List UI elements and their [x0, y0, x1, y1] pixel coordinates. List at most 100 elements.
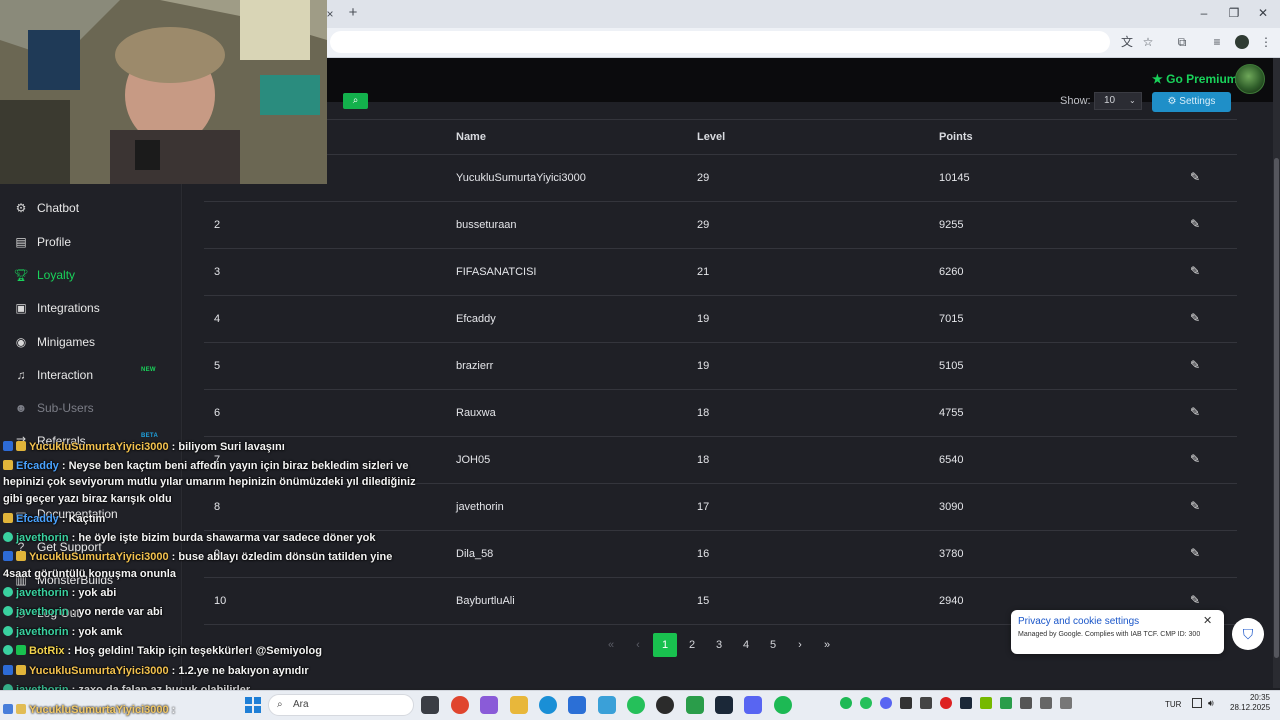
edit-pencil-icon[interactable]: ✎ — [1188, 499, 1202, 513]
prev-page-button[interactable]: ‹ — [626, 633, 650, 657]
level-cell: 21 — [697, 266, 710, 278]
bookmark-star-icon[interactable]: ☆ — [1140, 35, 1156, 49]
user-avatar[interactable] — [1235, 64, 1265, 94]
minimize-window-icon[interactable]: – — [1195, 6, 1213, 20]
edit-pencil-icon[interactable]: ✎ — [1188, 217, 1202, 231]
points-cell: 6260 — [939, 266, 964, 278]
scrollbar-thumb[interactable] — [1274, 158, 1279, 658]
browser-profile-icon[interactable] — [1235, 35, 1249, 49]
users-icon: ☻ — [14, 401, 28, 415]
media-control-icon[interactable]: ≡ — [1209, 35, 1225, 49]
new-badge: NEW — [141, 367, 156, 373]
chat-username: YucukluSumurtaYiyici3000 — [29, 441, 169, 453]
points-cell: 2940 — [939, 595, 964, 607]
points-cell: 10145 — [939, 172, 970, 184]
translate-icon[interactable]: 文 — [1119, 35, 1135, 49]
edit-pencil-icon[interactable]: ✎ — [1188, 170, 1202, 184]
edit-pencil-icon[interactable]: ✎ — [1188, 593, 1202, 607]
sidebar-item-loyalty[interactable]: 🏆︎ Loyalty — [13, 265, 75, 285]
whatsapp-app-icon[interactable] — [627, 696, 645, 714]
close-window-icon[interactable]: ✕ — [1254, 6, 1272, 20]
page-button-5[interactable]: 5 — [761, 633, 785, 657]
tray-spotify-icon[interactable] — [840, 697, 852, 709]
gamepad-icon: ◉ — [15, 335, 27, 349]
page-button-4[interactable]: 4 — [734, 633, 758, 657]
app-icon[interactable] — [598, 696, 616, 714]
edge-app-icon[interactable] — [539, 696, 557, 714]
table-top-divider — [204, 119, 1237, 120]
go-premium-link[interactable]: ★ Go Premium — [1152, 72, 1237, 86]
sidebar-item-sub-users[interactable]: ☻ Sub-Users — [14, 398, 94, 418]
first-page-button[interactable]: « — [599, 633, 623, 657]
cookie-consent-popup[interactable]: Privacy and cookie settings Managed by G… — [1011, 610, 1224, 654]
new-tab-icon[interactable]: + — [345, 5, 361, 20]
sidebar-item-profile[interactable]: ▤ Profile — [14, 232, 71, 252]
name-cell: javethorin — [456, 501, 504, 513]
page-button-1[interactable]: 1 — [653, 633, 677, 657]
tray-app-icon[interactable] — [1020, 697, 1032, 709]
level-cell: 17 — [697, 501, 710, 513]
tray-app-icon[interactable] — [920, 697, 932, 709]
discord-app-icon[interactable] — [744, 696, 762, 714]
copilot-app-icon[interactable] — [480, 696, 498, 714]
column-header-name[interactable]: Name — [456, 131, 486, 143]
last-page-button[interactable]: » — [815, 633, 839, 657]
edit-pencil-icon[interactable]: ✎ — [1188, 311, 1202, 325]
restore-window-icon[interactable]: ❐ — [1225, 6, 1243, 20]
steam-app-icon[interactable] — [715, 696, 733, 714]
chat-text: Hoş geldin! Takip için teşekkürler! @Sem… — [74, 645, 322, 657]
obs-app-icon[interactable] — [656, 696, 674, 714]
chat-message: Efcaddy : Neyse ben kaçtım beni affedin … — [3, 460, 409, 472]
edit-pencil-icon[interactable]: ✎ — [1188, 264, 1202, 278]
sidebar — [0, 102, 182, 688]
name-cell: Efcaddy — [456, 313, 496, 325]
omnibox[interactable] — [330, 31, 1110, 53]
show-count-select[interactable]: 10 ⌄ — [1094, 92, 1142, 110]
tray-microphone-icon[interactable] — [1060, 697, 1072, 709]
tray-discord-icon[interactable] — [880, 697, 892, 709]
sidebar-item-chatbot[interactable]: ⚙ Chatbot — [14, 198, 79, 218]
edit-pencil-icon[interactable]: ✎ — [1188, 546, 1202, 560]
windows-start-icon[interactable] — [244, 696, 262, 714]
language-indicator[interactable]: TUR — [1165, 700, 1181, 709]
name-cell: BayburtluAli — [456, 595, 515, 607]
settings-button[interactable]: ⚙ Settings — [1152, 92, 1231, 112]
file-explorer-icon[interactable] — [510, 696, 528, 714]
volume-icon[interactable]: 🔊︎ — [1208, 698, 1214, 709]
edit-pencil-icon[interactable]: ✎ — [1188, 452, 1202, 466]
task-view-icon[interactable] — [421, 696, 439, 714]
page-button-2[interactable]: 2 — [680, 633, 704, 657]
tray-whatsapp-icon[interactable] — [860, 697, 872, 709]
tray-app-icon[interactable] — [1000, 697, 1012, 709]
column-header-points[interactable]: Points — [939, 131, 973, 143]
next-page-button[interactable]: › — [788, 633, 812, 657]
page-button-3[interactable]: 3 — [707, 633, 731, 657]
chat-username: Efcaddy — [16, 513, 59, 525]
browser-menu-icon[interactable]: ⋮ — [1258, 35, 1274, 49]
tray-nvidia-icon[interactable] — [980, 697, 992, 709]
close-icon[interactable]: ✕ — [1203, 614, 1212, 627]
sidebar-item-interaction[interactable]: ♫ Interaction — [14, 365, 94, 385]
edit-pencil-icon[interactable]: ✎ — [1188, 358, 1202, 372]
chrome-app-icon[interactable] — [451, 696, 469, 714]
extensions-icon[interactable]: ⧉ — [1174, 35, 1190, 49]
network-icon[interactable] — [1192, 698, 1202, 708]
sidebar-item-minigames[interactable]: ◉ Minigames — [14, 332, 95, 352]
tray-steam-icon[interactable] — [960, 697, 972, 709]
taskbar-search-input[interactable]: ⌕ Ara — [268, 694, 414, 716]
search-button[interactable]: ⌕ — [343, 93, 368, 109]
spotify-app-icon[interactable] — [774, 696, 792, 714]
page-scrollbar[interactable] — [1273, 58, 1280, 688]
app-icon[interactable] — [686, 696, 704, 714]
sidebar-item-integrations[interactable]: ▣ Integrations — [14, 298, 99, 318]
tray-app-icon[interactable] — [940, 697, 952, 709]
edit-pencil-icon[interactable]: ✎ — [1188, 405, 1202, 419]
chat-message: javethorin : yok abi — [3, 587, 116, 599]
tray-app-icon[interactable] — [900, 697, 912, 709]
privacy-shield-icon[interactable]: ⛉ — [1232, 618, 1264, 650]
store-app-icon[interactable] — [568, 696, 586, 714]
taskbar-clock[interactable]: 20:35 28.12.2025 — [1230, 693, 1270, 713]
tray-usb-icon[interactable] — [1040, 697, 1052, 709]
points-cell: 3780 — [939, 548, 964, 560]
column-header-level[interactable]: Level — [697, 131, 725, 143]
